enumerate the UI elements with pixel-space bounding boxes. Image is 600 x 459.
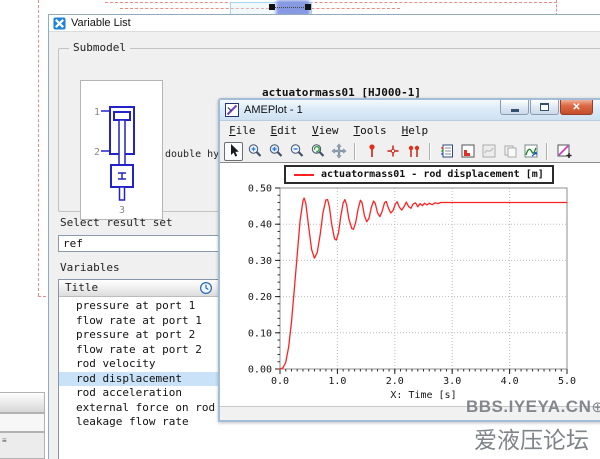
- legend-line-sample: [294, 174, 314, 176]
- plot-legend[interactable]: actuatormass01 - rod displacement [m]: [284, 165, 554, 184]
- maximize-button[interactable]: [530, 100, 559, 115]
- variable-list-window-icon: [53, 17, 66, 30]
- plot-canvas[interactable]: 0.0 1.0 2.0 3.0 4.0 5.0 0.00 0.10 0.20 0.30 0.40 0.…: [220, 163, 600, 406]
- selection-dash-line: [105, 2, 557, 3]
- svg-text:0.20: 0.20: [248, 292, 272, 303]
- svg-text:0.00: 0.00: [248, 365, 272, 376]
- window-title: AMEPlot - 1: [244, 104, 303, 116]
- menu-file[interactable]: File: [229, 124, 256, 137]
- watermark-compass-icon: ⊕: [591, 399, 600, 416]
- toolbar-separator: [429, 143, 431, 160]
- grip-icon: ≡: [2, 436, 7, 445]
- marker-button[interactable]: [362, 142, 381, 161]
- svg-text:1.0: 1.0: [328, 376, 346, 387]
- port-label-2: 2: [94, 147, 100, 158]
- selection-handle: [305, 4, 311, 10]
- select-cursor-button[interactable]: [224, 142, 243, 161]
- svg-text:0.0: 0.0: [271, 376, 289, 387]
- background-panel: [0, 392, 45, 413]
- svg-text:3.0: 3.0: [443, 376, 461, 387]
- desktop-background: ≡ Variable List Submodel: [0, 0, 600, 459]
- ameplot-window-icon: [225, 103, 239, 117]
- ameplot-window: AMEPlot - 1 ✕ File Edit View Tools Help: [218, 98, 600, 422]
- selection-dotted-link: [274, 7, 308, 8]
- selection-dash-line: [38, 0, 39, 296]
- toolbar-separator: [546, 143, 548, 160]
- variables-header-title: Title: [65, 281, 98, 294]
- zoom-out-button[interactable]: [287, 142, 306, 161]
- close-icon: ✕: [572, 102, 580, 113]
- new-plot-button[interactable]: [554, 142, 573, 161]
- plot-area[interactable]: 0.0 1.0 2.0 3.0 4.0 5.0 0.00 0.10 0.20 0.30 0.40 0.…: [220, 163, 600, 406]
- zoom-reset-button[interactable]: [308, 142, 327, 161]
- watermark-text: BBS.IYEYA.CN⊕: [466, 397, 600, 417]
- menu-bar: File Edit View Tools Help: [220, 121, 600, 140]
- zoom-select-button[interactable]: [245, 142, 264, 161]
- menu-help[interactable]: Help: [402, 124, 429, 137]
- variables-label: Variables: [60, 261, 120, 274]
- selection-handle: [269, 4, 275, 10]
- crosshair-button[interactable]: [383, 142, 402, 161]
- variable-list-titlebar[interactable]: Variable List: [49, 15, 600, 32]
- clock-icon[interactable]: [199, 281, 213, 295]
- port-label-1: 1: [94, 107, 100, 118]
- background-panel: ≡: [0, 432, 45, 459]
- svg-text:2.0: 2.0: [386, 376, 404, 387]
- menu-tools[interactable]: Tools: [354, 124, 387, 137]
- ameplot-titlebar[interactable]: AMEPlot - 1 ✕: [220, 100, 600, 121]
- menu-view[interactable]: View: [312, 124, 339, 137]
- toolbar: [220, 140, 600, 163]
- toolbar-separator: [354, 143, 356, 160]
- svg-text:0.30: 0.30: [248, 256, 272, 267]
- pan-button[interactable]: [329, 142, 348, 161]
- submodel-group-label: Submodel: [69, 41, 130, 54]
- svg-text:4.0: 4.0: [501, 376, 519, 387]
- legend-label: actuatormass01 - rod displacement [m]: [321, 169, 544, 180]
- copy-button-disabled[interactable]: [500, 142, 519, 161]
- result-set-label: Select result set: [60, 216, 173, 229]
- svg-text:X: Time [s]: X: Time [s]: [390, 390, 456, 401]
- background-panel: [0, 413, 45, 432]
- minimize-button[interactable]: [500, 100, 529, 115]
- svg-text:0.40: 0.40: [248, 220, 272, 231]
- watermark-text-cn: 爱液压论坛: [474, 421, 589, 455]
- zoom-in-button[interactable]: [266, 142, 285, 161]
- svg-text:0.10: 0.10: [248, 328, 272, 339]
- result-set-value: ref: [63, 237, 83, 250]
- submodel-preview: 1 2 3: [80, 80, 163, 220]
- window-title: Variable List: [71, 17, 131, 29]
- maximize-icon: [540, 103, 549, 111]
- overlay-plot-button-disabled[interactable]: [479, 142, 498, 161]
- menu-edit[interactable]: Edit: [271, 124, 298, 137]
- histogram-button[interactable]: [458, 142, 477, 161]
- svg-text:0.50: 0.50: [248, 184, 272, 195]
- port-label-3: 3: [119, 205, 125, 216]
- curves-button[interactable]: [521, 142, 540, 161]
- variables-list-button[interactable]: [437, 142, 456, 161]
- markers-pair-button[interactable]: [404, 142, 423, 161]
- minimize-icon: [511, 109, 519, 112]
- svg-text:5.0: 5.0: [558, 376, 576, 387]
- close-button[interactable]: ✕: [560, 100, 593, 115]
